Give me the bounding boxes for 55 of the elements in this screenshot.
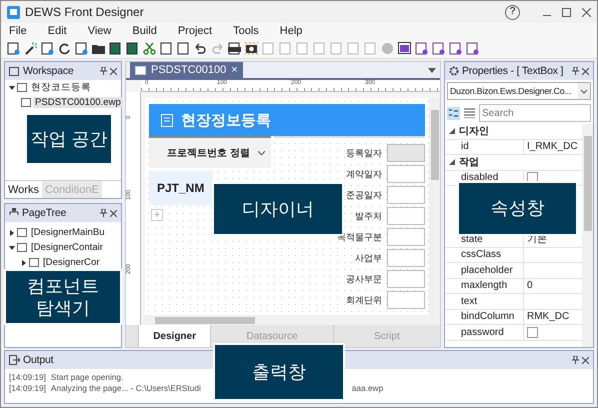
menu-item[interactable]: Tools <box>233 25 259 37</box>
help-button[interactable]: ? <box>505 4 520 20</box>
callout-label: 속성창 <box>457 181 578 236</box>
callout-label: 컴포넌트 탐색기 <box>4 269 122 325</box>
log-message: Analyzing the page... - C:\Users\ERStudi <box>50 383 201 394</box>
tree-item[interactable]: PSDSTC00100.ewp <box>33 97 123 108</box>
menu-item[interactable]: Edit <box>48 25 67 37</box>
tree-item[interactable]: [DesignerCor <box>41 257 102 268</box>
callout-label: 출력창 <box>213 343 345 401</box>
log-message: aaa.ewp <box>352 383 384 394</box>
property-name: bindColumn <box>461 311 516 322</box>
field-label: 발주처 <box>355 210 382 222</box>
object-selector[interactable]: Duzon.Bizon.Ews.Designer.Co... <box>447 82 591 100</box>
list-item[interactable]: PJT_NM <box>157 181 204 195</box>
tree-item[interactable]: [DesignerContair <box>29 242 105 254</box>
callout-label: 작업 공간 <box>25 113 113 165</box>
tree-item[interactable]: 현장코드등록 <box>29 81 93 94</box>
field-label: 계약일자 <box>346 168 382 180</box>
log-message: Start page opening. <box>50 372 124 383</box>
menu-item[interactable]: Help <box>280 25 302 37</box>
tree-item[interactable]: [DesignerMainBu <box>29 227 107 238</box>
callout-label: 디자이너 <box>212 182 344 236</box>
document-tab[interactable]: PSDSTC00100 × <box>130 62 243 78</box>
property-name: id <box>461 141 470 152</box>
property-name: text <box>461 296 478 307</box>
search-field[interactable]: Search <box>479 104 591 122</box>
field-label: 사업부 <box>355 252 382 264</box>
field-label: 등록일자 <box>346 146 382 160</box>
panel-title: PageTree <box>22 207 68 220</box>
property-name: cssClass <box>461 249 502 260</box>
close-icon[interactable]: × <box>231 64 238 76</box>
log-time: [14:09:19] <box>9 383 46 394</box>
panel-title: Properties - [ TextBox ] <box>462 65 564 77</box>
field-label: 회계단위 <box>346 294 382 306</box>
list-row-background[interactable]: PJT_NM <box>149 171 213 205</box>
property-name: password <box>461 326 505 338</box>
panel-title: Output <box>23 354 54 366</box>
window-title: DEWS Front Designer <box>25 5 145 19</box>
property-name: state <box>461 234 484 245</box>
menu-item[interactable]: Build <box>132 25 157 37</box>
property-category[interactable]: 작업 <box>459 155 479 170</box>
menu-item[interactable]: Project <box>178 25 212 37</box>
menu-item[interactable]: File <box>9 25 27 37</box>
page-title: 현장정보등록 <box>181 110 271 130</box>
field-label: 공사부문 <box>346 272 382 286</box>
property-name: maxlength <box>461 280 508 292</box>
editor-tab[interactable]: Designer <box>138 325 210 347</box>
sort-dropdown[interactable]: 프로젝트번호 정렬 <box>149 138 271 168</box>
field-label: 준공일자 <box>346 188 382 202</box>
log-time: [14:09:19] <box>9 372 46 383</box>
property-name: disabled <box>461 172 500 184</box>
panel-title: Workspace <box>23 65 75 77</box>
property-name: placeholder <box>461 264 514 276</box>
property-category[interactable]: 디자인 <box>459 124 489 138</box>
menu-item[interactable]: View <box>88 25 112 37</box>
